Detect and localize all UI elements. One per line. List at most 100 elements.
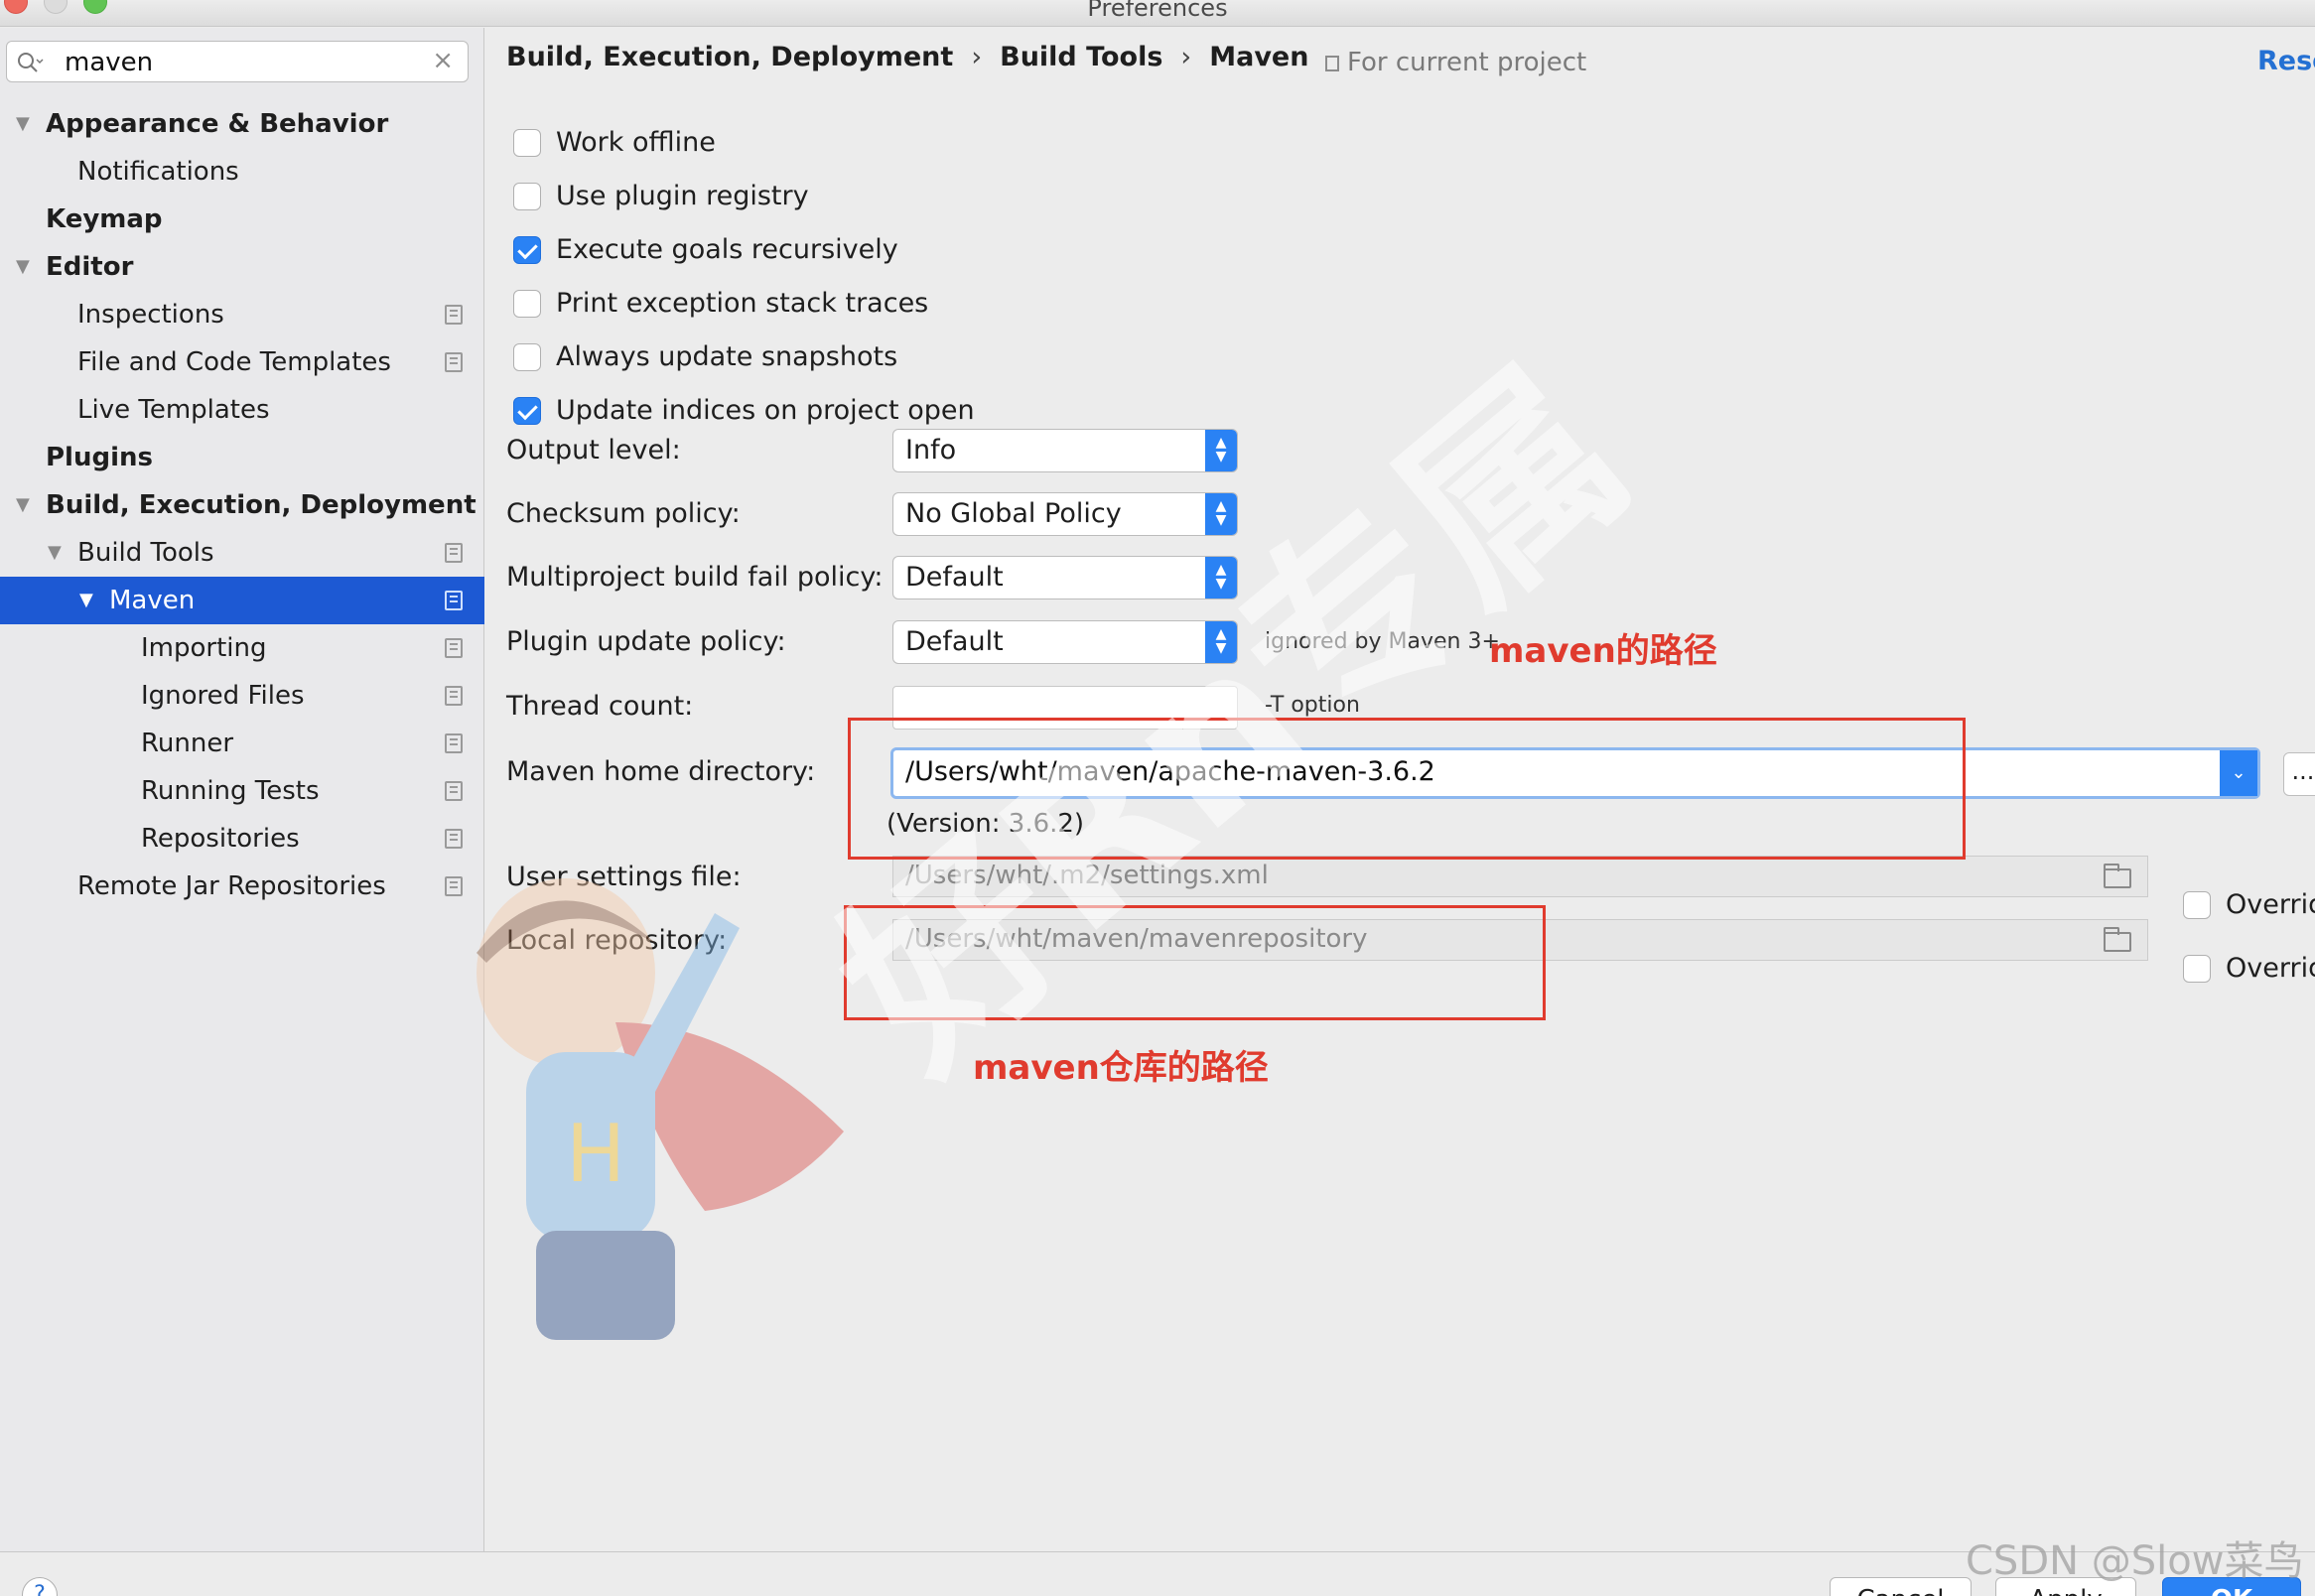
- breadcrumb-item[interactable]: Build Tools: [1000, 42, 1162, 72]
- plugin-update-policy-label: Plugin update policy:: [506, 626, 786, 657]
- for-project-label: For current project: [1347, 48, 1587, 77]
- expand-triangle-icon[interactable]: ▼: [16, 100, 30, 148]
- breadcrumb: Build, Execution, Deployment › Build Tools…: [506, 42, 1318, 72]
- clear-search-icon[interactable]: ×: [432, 46, 454, 75]
- help-button[interactable]: ?: [22, 1577, 58, 1596]
- sidebar-item[interactable]: Notifications: [0, 148, 484, 196]
- search-value[interactable]: maven: [65, 48, 153, 77]
- project-scope-icon: [445, 638, 463, 658]
- output-level-label: Output level:: [506, 435, 681, 466]
- browse-maven-home-button[interactable]: ...: [2283, 752, 2315, 796]
- sidebar-item[interactable]: Repositories: [0, 815, 484, 863]
- option-label: Update indices on project open: [556, 395, 975, 426]
- sidebar-item-label: Repositories: [141, 824, 300, 854]
- project-scope-icon: [445, 781, 463, 801]
- project-scope-icon: [445, 733, 463, 753]
- settings-sidebar: maven × ▼ Appearance & Behavior Notificati…: [0, 28, 484, 1551]
- multiproject-policy-select[interactable]: Default ▲ ▼: [892, 556, 1238, 599]
- csdn-watermark: CSDN @Slow菜鸟: [1966, 1538, 2304, 1584]
- output-level-select[interactable]: Info ▲ ▼: [892, 429, 1238, 472]
- expand-triangle-icon[interactable]: ▼: [79, 577, 93, 624]
- unchecked-checkbox[interactable]: [513, 183, 541, 210]
- expand-triangle-icon[interactable]: ▼: [16, 243, 30, 291]
- sidebar-item-label: Live Templates: [77, 395, 270, 425]
- project-scope-icon: [445, 352, 463, 372]
- sidebar-item[interactable]: Live Templates: [0, 386, 484, 434]
- override-user-settings-checkbox[interactable]: [2183, 891, 2211, 919]
- user-settings-value: /Users/wht/.m2/settings.xml: [905, 861, 1269, 890]
- sidebar-item-label: Notifications: [77, 157, 239, 187]
- sidebar-item-label: Appearance & Behavior: [46, 109, 389, 139]
- unchecked-checkbox[interactable]: [513, 129, 541, 157]
- project-scope-icon: [445, 829, 463, 849]
- option-label: Always update snapshots: [556, 341, 898, 372]
- sidebar-item[interactable]: Remote Jar Repositories: [0, 863, 484, 910]
- sidebar-item-label: Editor: [46, 252, 134, 282]
- search-icon: [18, 53, 44, 72]
- maven-home-label: Maven home directory:: [506, 756, 816, 787]
- repo-path-annotation: maven仓库的路径: [973, 1048, 1269, 1088]
- output-level-value: Info: [905, 435, 957, 466]
- folder-icon[interactable]: [2104, 864, 2131, 888]
- local-repo-label: Local repository:: [506, 925, 728, 956]
- unchecked-checkbox[interactable]: [513, 343, 541, 371]
- checksum-policy-label: Checksum policy:: [506, 498, 741, 529]
- search-input[interactable]: maven ×: [6, 41, 469, 82]
- breadcrumb-item[interactable]: Build, Execution, Deployment: [506, 42, 953, 72]
- sidebar-item[interactable]: Ignored Files: [0, 672, 484, 720]
- plugin-update-note: ignored by Maven 3+: [1265, 629, 1500, 654]
- reset-link[interactable]: Rese: [2257, 46, 2315, 76]
- project-scope-icon: [445, 305, 463, 325]
- sidebar-item-label: Remote Jar Repositories: [77, 871, 386, 901]
- sidebar-item-label: Runner: [141, 729, 234, 758]
- cancel-button[interactable]: Cancel: [1830, 1577, 1972, 1596]
- sidebar-item-label: File and Code Templates: [77, 347, 391, 377]
- option-label: Execute goals recursively: [556, 234, 898, 265]
- sidebar-item[interactable]: File and Code Templates: [0, 338, 484, 386]
- expand-triangle-icon[interactable]: ▼: [48, 529, 62, 577]
- sidebar-item[interactable]: Runner: [0, 720, 484, 767]
- sidebar-item-label: Ignored Files: [141, 681, 305, 711]
- breadcrumb-item: Maven: [1209, 42, 1309, 72]
- maven-path-annotation: maven的路径: [1489, 631, 1717, 671]
- chevron-down-icon[interactable]: ⌄: [2220, 750, 2257, 796]
- sidebar-item[interactable]: ▼ Editor: [0, 243, 484, 291]
- sidebar-item-label: Plugins: [46, 443, 153, 472]
- sidebar-item[interactable]: ▼ Maven: [0, 577, 484, 624]
- sidebar-item-label: Keymap: [46, 204, 163, 234]
- override-user-settings-label: Overrid: [2226, 889, 2315, 920]
- sidebar-item[interactable]: ▼ Build Tools: [0, 529, 484, 577]
- folder-icon[interactable]: [2104, 927, 2131, 952]
- project-scope-icon: [1325, 56, 1339, 71]
- sidebar-item[interactable]: Keymap: [0, 196, 484, 243]
- maven-home-highlight-box: [848, 718, 1966, 860]
- option-label: Print exception stack traces: [556, 288, 929, 319]
- window-title: Preferences: [1087, 0, 1228, 22]
- expand-triangle-icon[interactable]: ▼: [16, 481, 30, 529]
- breadcrumb-separator: ›: [971, 42, 983, 72]
- sidebar-item[interactable]: Plugins: [0, 434, 484, 481]
- unchecked-checkbox[interactable]: [513, 290, 541, 318]
- sidebar-item[interactable]: Importing: [0, 624, 484, 672]
- sidebar-item[interactable]: ▼ Build, Execution, Deployment: [0, 481, 484, 529]
- plugin-update-policy-select[interactable]: Default ▲ ▼: [892, 620, 1238, 664]
- user-settings-label: User settings file:: [506, 862, 742, 892]
- sidebar-item-label: Inspections: [77, 300, 224, 330]
- checked-checkbox[interactable]: [513, 397, 541, 425]
- sidebar-item-label: Build, Execution, Deployment: [46, 490, 477, 520]
- sidebar-item[interactable]: Inspections: [0, 291, 484, 338]
- thread-count-note: -T option: [1265, 693, 1360, 718]
- sidebar-item-label: Maven: [109, 586, 196, 615]
- sidebar-item[interactable]: Running Tests: [0, 767, 484, 815]
- plugin-update-policy-value: Default: [905, 626, 1004, 657]
- sidebar-item-label: Build Tools: [77, 538, 214, 568]
- chevron-up-down-icon: ▲ ▼: [1205, 493, 1237, 535]
- checked-checkbox[interactable]: [513, 236, 541, 264]
- override-local-repo-checkbox[interactable]: [2183, 955, 2211, 983]
- user-settings-field[interactable]: /Users/wht/.m2/settings.xml: [892, 856, 2148, 897]
- sidebar-item[interactable]: ▼ Appearance & Behavior: [0, 100, 484, 148]
- override-local-repo-label: Overrid: [2226, 953, 2315, 984]
- checksum-policy-select[interactable]: No Global Policy ▲ ▼: [892, 492, 1238, 536]
- chevron-up-down-icon: ▲ ▼: [1205, 621, 1237, 663]
- sidebar-item-label: Importing: [141, 633, 267, 663]
